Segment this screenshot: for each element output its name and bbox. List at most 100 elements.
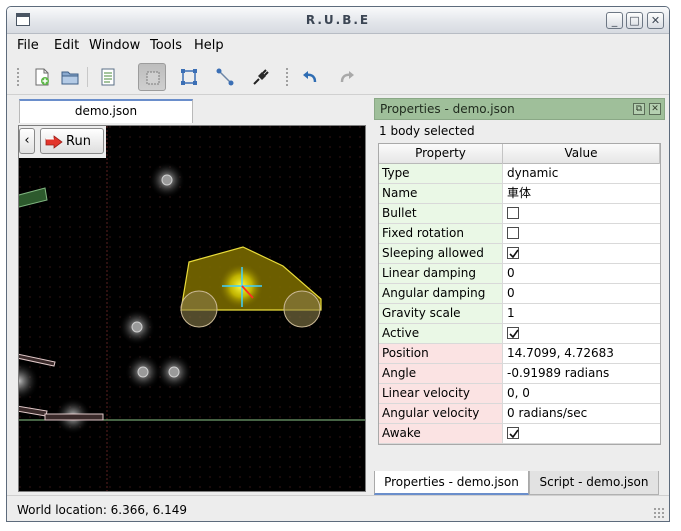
ambient-body[interactable] <box>156 354 192 390</box>
close-button[interactable]: ✕ <box>647 12 664 29</box>
properties-panel-header: Properties - demo.json ⧉ ✕ <box>374 98 665 120</box>
checkbox[interactable] <box>507 327 519 339</box>
property-value-cell[interactable]: 0 <box>503 284 660 303</box>
property-name-cell: Position <box>379 344 503 363</box>
table-row[interactable]: Angular velocity 0 radians/sec <box>379 404 660 424</box>
tab-properties[interactable]: Properties - demo.json <box>374 471 529 495</box>
plug-icon <box>253 69 269 85</box>
property-name-cell: Fixed rotation <box>379 224 503 243</box>
checkbox[interactable] <box>507 227 519 239</box>
checkmark-icon <box>509 429 519 439</box>
undo-icon <box>303 71 317 83</box>
property-value-cell[interactable]: 14.7099, 4.72683 <box>503 344 660 363</box>
title-bar[interactable]: R.U.B.E _ □ ✕ <box>7 7 669 34</box>
table-row[interactable]: Linear velocity 0, 0 <box>379 384 660 404</box>
select-mode-button[interactable] <box>138 63 166 91</box>
table-header: Property Value <box>379 144 660 164</box>
checkbox[interactable] <box>507 427 519 439</box>
checkmark-icon <box>509 329 519 339</box>
redo-button[interactable] <box>333 63 361 91</box>
collapse-button[interactable]: ‹ <box>19 128 35 154</box>
property-value-cell <box>503 424 660 443</box>
edit-shape-button[interactable] <box>175 63 203 91</box>
main-window: R.U.B.E _ □ ✕ File Edit Window Tools Hel… <box>6 6 670 522</box>
window-title: R.U.B.E <box>305 13 371 27</box>
undo-button[interactable] <box>296 63 324 91</box>
redo-icon <box>340 71 354 83</box>
table-row[interactable]: Awake <box>379 424 660 444</box>
property-name-cell: Linear damping <box>379 264 503 283</box>
menu-edit[interactable]: Edit <box>54 38 79 53</box>
property-value-cell <box>503 324 660 343</box>
float-panel-button[interactable]: ⧉ <box>633 103 645 115</box>
tab-script[interactable]: Script - demo.json <box>529 471 659 495</box>
world-canvas[interactable]: ‹ Run <box>18 125 366 492</box>
toolbar-grip[interactable] <box>285 67 289 87</box>
property-name-cell: Bullet <box>379 204 503 223</box>
properties-table: Property Value Type dynamic Name 車体 Bullet Fi… <box>378 143 661 445</box>
scene-drawing <box>19 126 365 491</box>
property-name-cell: Active <box>379 324 503 343</box>
table-row[interactable]: Fixed rotation <box>379 224 660 244</box>
ambient-body[interactable] <box>119 309 155 345</box>
minimize-button[interactable]: _ <box>606 12 623 29</box>
checkmark-icon <box>509 249 519 259</box>
run-arrow-icon <box>45 135 63 149</box>
property-name-cell: Sleeping allowed <box>379 244 503 263</box>
property-value-cell[interactable]: 車体 <box>503 184 660 203</box>
table-row[interactable]: Bullet <box>379 204 660 224</box>
document-properties-button[interactable] <box>94 63 122 91</box>
tab-demo-json[interactable]: demo.json <box>19 99 193 123</box>
world-location-text: World location: 6.366, 6.149 <box>17 503 188 517</box>
table-row[interactable]: Gravity scale 1 <box>379 304 660 324</box>
run-button-label: Run <box>66 134 91 149</box>
plug-button[interactable] <box>247 63 275 91</box>
table-row[interactable]: Position 14.7099, 4.72683 <box>379 344 660 364</box>
menu-window[interactable]: Window <box>89 38 140 53</box>
property-name-cell: Linear velocity <box>379 384 503 403</box>
edit-joint-button[interactable] <box>211 63 239 91</box>
checkbox[interactable] <box>507 207 519 219</box>
select-mode-icon <box>146 71 160 85</box>
column-header-value[interactable]: Value <box>503 144 660 164</box>
table-row[interactable]: Linear damping 0 <box>379 264 660 284</box>
property-value-cell <box>503 224 660 243</box>
table-row[interactable]: Active <box>379 324 660 344</box>
menu-tools[interactable]: Tools <box>150 38 182 53</box>
properties-panel-title: Properties - demo.json <box>380 102 515 116</box>
run-button[interactable]: Run <box>40 128 104 154</box>
close-panel-button[interactable]: ✕ <box>649 103 661 115</box>
table-row[interactable]: Type dynamic <box>379 164 660 184</box>
property-value-cell[interactable]: -0.91989 radians <box>503 364 660 383</box>
property-value-cell[interactable]: 0, 0 <box>503 384 660 403</box>
property-value-cell <box>503 244 660 263</box>
plank-body[interactable] <box>44 413 104 421</box>
toolbar-grip[interactable] <box>16 67 20 87</box>
resize-grip[interactable] <box>653 507 665 519</box>
table-row[interactable]: Angle -0.91989 radians <box>379 364 660 384</box>
table-row[interactable]: Angular damping 0 <box>379 284 660 304</box>
property-value-cell <box>503 204 660 223</box>
toolbar-separator <box>87 67 88 87</box>
open-folder-icon <box>61 71 79 85</box>
checkbox[interactable] <box>507 247 519 259</box>
property-value-cell[interactable]: 0 <box>503 264 660 283</box>
ambient-body[interactable] <box>125 354 161 390</box>
menu-bar: File Edit Window Tools Help <box>7 35 669 57</box>
property-value-cell[interactable]: dynamic <box>503 164 660 183</box>
document-properties-icon <box>101 68 115 86</box>
menu-file[interactable]: File <box>17 38 39 53</box>
property-value-cell[interactable]: 1 <box>503 304 660 323</box>
menu-help[interactable]: Help <box>194 38 224 53</box>
maximize-button[interactable]: □ <box>626 12 643 29</box>
ambient-body[interactable] <box>149 162 185 198</box>
property-name-cell: Angular velocity <box>379 404 503 423</box>
column-header-property[interactable]: Property <box>379 144 503 164</box>
property-name-cell: Type <box>379 164 503 183</box>
new-file-button[interactable] <box>28 63 56 91</box>
property-value-cell[interactable]: 0 radians/sec <box>503 404 660 423</box>
table-row[interactable]: Name 車体 <box>379 184 660 204</box>
open-file-button[interactable] <box>56 63 84 91</box>
property-name-cell: Angular damping <box>379 284 503 303</box>
table-row[interactable]: Sleeping allowed <box>379 244 660 264</box>
